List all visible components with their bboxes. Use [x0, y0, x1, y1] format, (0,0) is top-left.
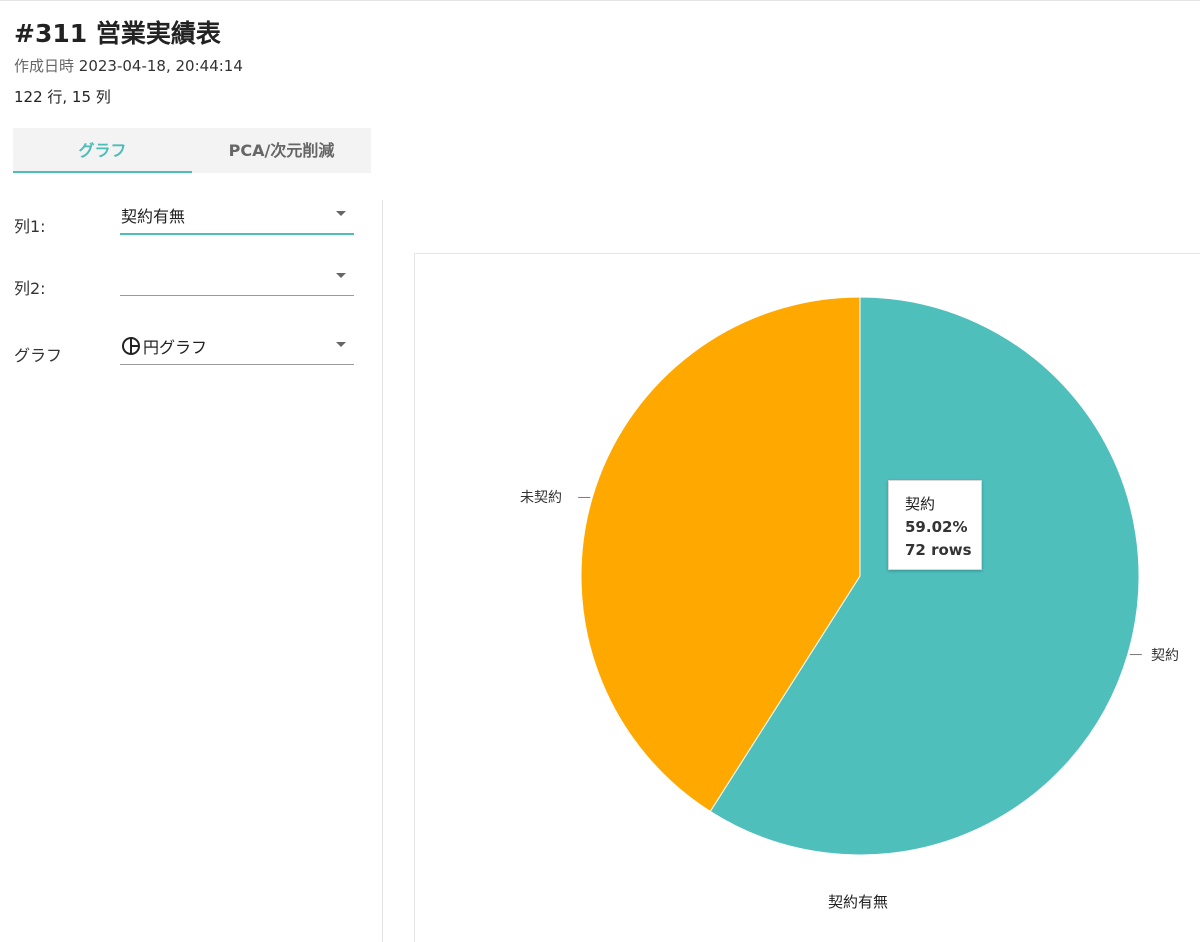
tooltip-percent: 59.02%: [905, 518, 968, 536]
chart-tooltip: 契約 59.02% 72 rows: [888, 480, 982, 570]
chart-x-label: 契約有無: [828, 893, 889, 911]
tooltip-name: 契約: [905, 495, 936, 513]
slice-label-no-contract: 未契約: [520, 490, 562, 506]
tooltip-rows: 72 rows: [905, 541, 972, 559]
slice-label-contract: 契約: [1151, 648, 1179, 664]
pie-chart: [578, 296, 1142, 856]
